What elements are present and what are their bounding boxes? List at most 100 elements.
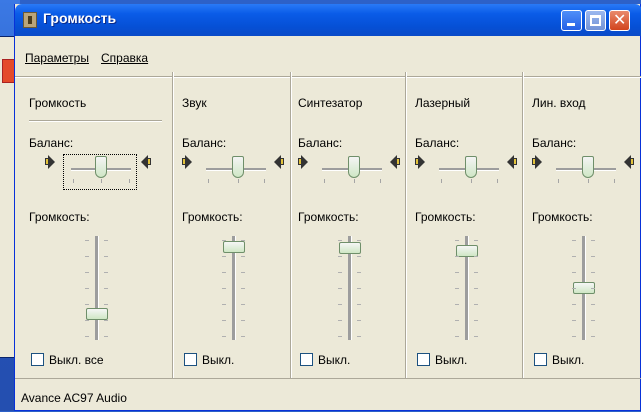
balance-tick xyxy=(208,179,209,183)
balance-slider-thumb[interactable] xyxy=(348,156,360,178)
mute-checkbox[interactable] xyxy=(417,353,430,366)
mute-checkbox[interactable] xyxy=(184,353,197,366)
volume-tick xyxy=(455,304,459,305)
volume-tick xyxy=(222,272,226,273)
channel-header-rule xyxy=(29,120,162,122)
volume-tick xyxy=(455,256,459,257)
channel-name: Лазерный xyxy=(415,96,471,110)
volume-tick xyxy=(455,320,459,321)
volume-window: Громкость ✕ Параметры Справка Громкость … xyxy=(14,4,641,411)
volume-tick xyxy=(85,288,89,289)
volume-tick xyxy=(241,304,245,305)
volume-tick xyxy=(338,288,342,289)
volume-tick xyxy=(591,256,595,257)
volume-tick xyxy=(338,272,342,273)
volume-tick xyxy=(357,272,361,273)
volume-tick xyxy=(572,304,576,305)
volume-tick xyxy=(591,336,595,337)
balance-tick xyxy=(101,179,102,183)
balance-tick xyxy=(380,179,381,183)
balance-tick xyxy=(73,179,74,183)
volume-tick xyxy=(474,336,478,337)
left-speaker-icon xyxy=(415,155,425,169)
volume-tick xyxy=(222,336,226,337)
volume-tick xyxy=(241,336,245,337)
volume-tick xyxy=(222,320,226,321)
channel-synth: Синтезатор Баланс: Громкость: Выкл. xyxy=(298,76,403,378)
volume-track xyxy=(95,236,99,340)
volume-tick xyxy=(474,240,478,241)
balance-slider-thumb[interactable] xyxy=(582,156,594,178)
title-bar[interactable]: Громкость ✕ xyxy=(15,4,641,36)
balance-tick xyxy=(614,179,615,183)
volume-tick xyxy=(241,320,245,321)
balance-tick xyxy=(129,179,130,183)
status-bar: Avance AC97 Audio xyxy=(15,378,641,412)
volume-tick xyxy=(357,288,361,289)
mute-checkbox[interactable] xyxy=(300,353,313,366)
volume-slider-thumb[interactable] xyxy=(223,240,245,253)
mute-checkbox[interactable] xyxy=(534,353,547,366)
volume-tick xyxy=(241,288,245,289)
balance-tick xyxy=(324,179,325,183)
close-button[interactable]: ✕ xyxy=(609,10,630,31)
right-speaker-icon xyxy=(390,155,400,169)
volume-tick xyxy=(338,320,342,321)
speaker-app-icon xyxy=(23,12,37,28)
minimize-button[interactable] xyxy=(561,10,582,31)
volume-slider-thumb[interactable] xyxy=(339,242,361,255)
minimize-icon xyxy=(567,23,575,26)
column-divider xyxy=(290,72,292,378)
close-icon: ✕ xyxy=(613,10,627,29)
volume-tick xyxy=(85,336,89,337)
left-speaker-icon xyxy=(45,155,55,169)
volume-tick xyxy=(222,304,226,305)
right-speaker-icon xyxy=(507,155,517,169)
volume-tick xyxy=(455,336,459,337)
volume-tick xyxy=(572,288,576,289)
channel-line-in: Лин. вход Баланс: Громкость: Выкл. xyxy=(532,76,640,378)
volume-tick xyxy=(572,256,576,257)
mute-label[interactable]: Выкл. xyxy=(202,353,234,367)
volume-tick xyxy=(591,320,595,321)
balance-slider-thumb[interactable] xyxy=(232,156,244,178)
mute-label[interactable]: Выкл. xyxy=(435,353,467,367)
volume-tick xyxy=(104,336,108,337)
left-speaker-icon xyxy=(532,155,542,169)
volume-tick xyxy=(455,272,459,273)
volume-label: Громкость: xyxy=(532,210,593,224)
volume-tick xyxy=(222,240,226,241)
volume-tick xyxy=(104,256,108,257)
balance-tick xyxy=(441,179,442,183)
volume-label: Громкость: xyxy=(29,210,90,224)
volume-tick xyxy=(357,304,361,305)
volume-tick xyxy=(85,240,89,241)
channel-master: Громкость Баланс: Громкость: Выкл. все xyxy=(29,76,169,378)
balance-label: Баланс: xyxy=(532,136,577,150)
menu-parameters[interactable]: Параметры xyxy=(25,51,89,65)
balance-tick xyxy=(588,179,589,183)
balance-tick xyxy=(264,179,265,183)
balance-slider-thumb[interactable] xyxy=(95,156,107,178)
mute-label[interactable]: Выкл. xyxy=(318,353,350,367)
volume-tick xyxy=(474,288,478,289)
volume-tick xyxy=(357,240,361,241)
volume-tick xyxy=(85,256,89,257)
volume-slider-thumb[interactable] xyxy=(86,307,108,320)
volume-label: Громкость: xyxy=(415,210,476,224)
mute-all-checkbox[interactable] xyxy=(31,353,44,366)
volume-tick xyxy=(104,320,108,321)
balance-slider-thumb[interactable] xyxy=(465,156,477,178)
menu-help[interactable]: Справка xyxy=(101,51,148,65)
volume-tick xyxy=(241,240,245,241)
maximize-button[interactable] xyxy=(585,10,606,31)
balance-label: Баланс: xyxy=(415,136,460,150)
volume-tick xyxy=(357,336,361,337)
mute-label[interactable]: Выкл. xyxy=(552,353,584,367)
volume-tick xyxy=(572,320,576,321)
mute-all-label[interactable]: Выкл. все xyxy=(49,353,104,367)
channel-name: Громкость xyxy=(29,96,87,110)
balance-tick xyxy=(497,179,498,183)
balance-tick xyxy=(471,179,472,183)
volume-tick xyxy=(338,336,342,337)
